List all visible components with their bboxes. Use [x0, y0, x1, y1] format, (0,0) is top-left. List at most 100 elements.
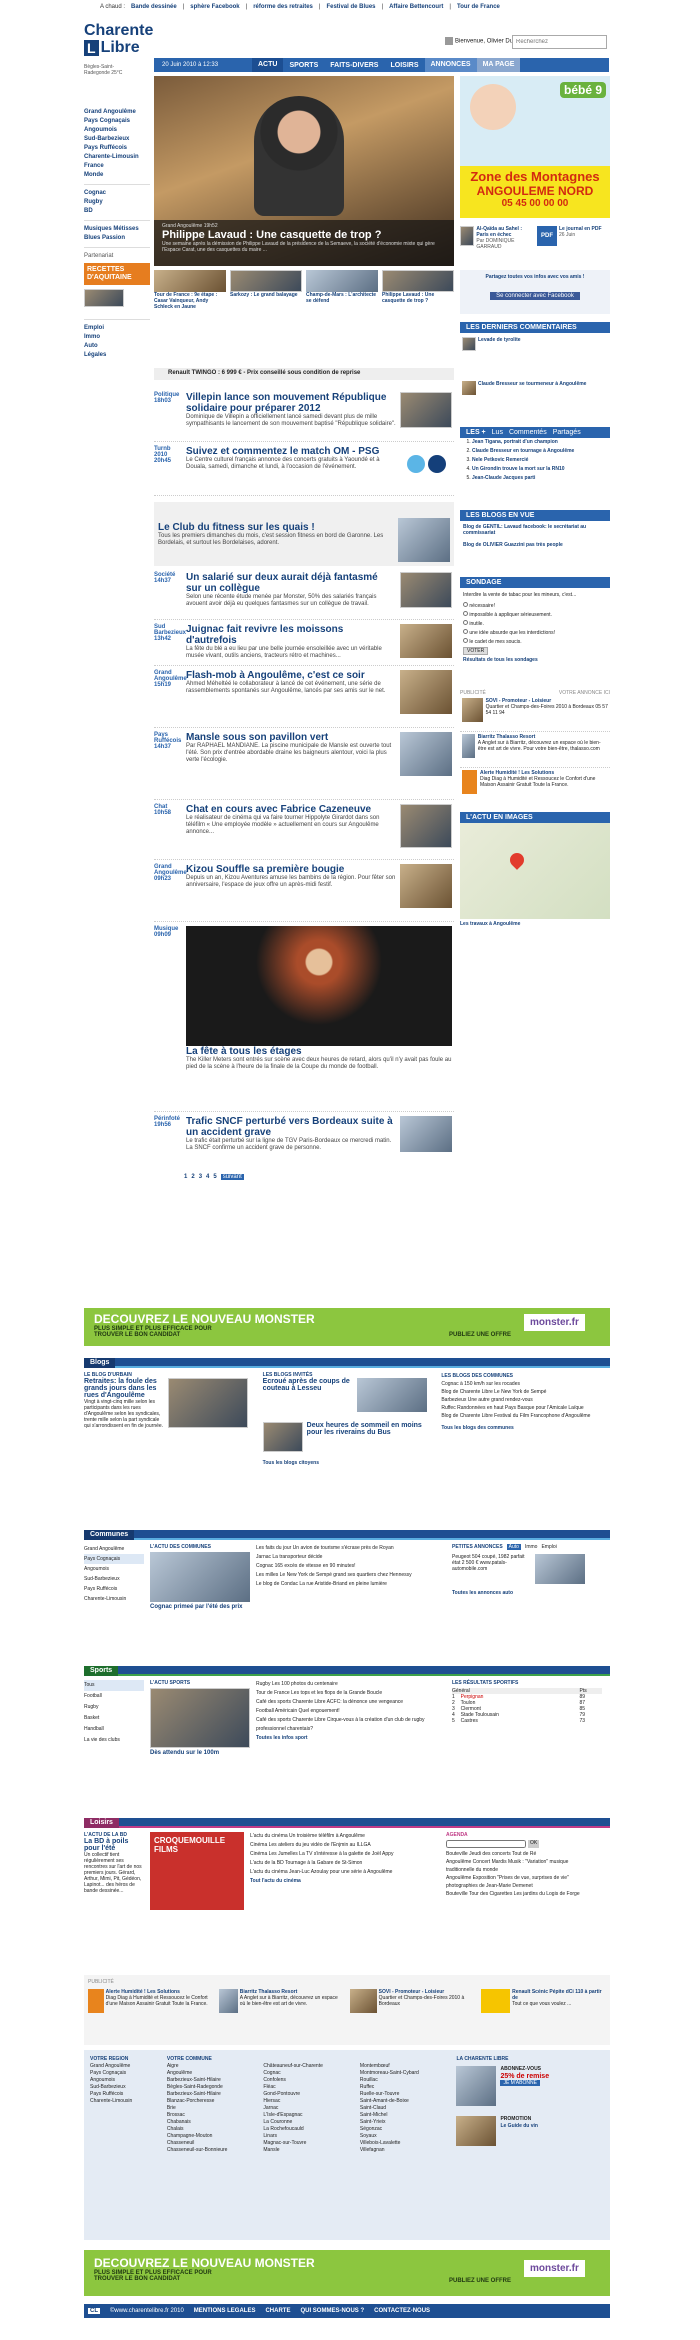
sports-link[interactable]: Toutes les infos sport: [256, 1735, 308, 1741]
article[interactable]: Chat 10h58 Chat en cours avec Fabrice Ca…: [154, 800, 454, 860]
nav-annonces[interactable]: ANNONCES: [424, 58, 477, 72]
comment-link[interactable]: Claude Bresseur se tourmeneur à Angoulêm…: [478, 381, 586, 395]
subscribe-button[interactable]: JE M'ABONNE: [500, 2080, 540, 2086]
nav-loisirs[interactable]: LOISIRS: [384, 62, 424, 69]
nav-sports[interactable]: SPORTS: [283, 62, 324, 69]
footer-link[interactable]: CHARTE: [265, 2308, 290, 2314]
sidebar-item[interactable]: Blues Passion: [84, 234, 150, 243]
poll-option[interactable]: [463, 611, 468, 616]
article[interactable]: Sud Barbezieux 13h42 Juignac fait revivr…: [154, 620, 454, 666]
topbar-link[interactable]: Bande dessinée: [131, 4, 177, 10]
auto-ads-link[interactable]: Toutes les annonces auto: [452, 1590, 602, 1596]
comment-link[interactable]: Levade de tyrolite: [478, 337, 521, 351]
sidebar-item[interactable]: France: [84, 162, 150, 171]
sidebar-item[interactable]: Musiques Métisses: [84, 225, 150, 234]
topbar-link[interactable]: Festival de Blues: [326, 4, 375, 10]
page-link[interactable]: 2: [191, 1174, 194, 1180]
poll-option[interactable]: [463, 620, 468, 625]
annonce[interactable]: Renault Scénic Pépite dCi 110 à partir d…: [481, 1989, 606, 2013]
sidebar-item-emploi[interactable]: Emploi: [84, 324, 150, 333]
topbar-link[interactable]: Affaire Bettencourt: [389, 4, 443, 10]
page-next[interactable]: suivant: [220, 1174, 244, 1180]
thumb-item[interactable]: Sarkozy : Le grand balayage: [230, 270, 302, 320]
sidebar-item[interactable]: Pays Ruffécois: [84, 144, 150, 153]
logo[interactable]: Charente L Libre: [84, 22, 164, 62]
zone-ad[interactable]: Zone des Montagnes ANGOULEME NORD 05 45 …: [460, 166, 610, 218]
thumb-item[interactable]: Philippe Lavaud : Une casquette de trop …: [382, 270, 454, 320]
article[interactable]: Pays Ruffécois 14h37 Mansle sous son pav…: [154, 728, 454, 800]
nav-faits-divers[interactable]: FAITS-DIVERS: [324, 62, 384, 69]
nav-actu[interactable]: ACTU: [252, 58, 284, 72]
nav-ma-page[interactable]: MA PAGE: [476, 58, 521, 72]
tab-lus[interactable]: Lus: [492, 429, 503, 436]
page-link[interactable]: 3: [199, 1174, 202, 1180]
article-photo[interactable]: Musique 09h09 La fête à tous les étages T…: [154, 922, 454, 1112]
annonce[interactable]: SOVI - Promoteur - Loisieur Quartier et C…: [460, 696, 610, 732]
sidebar-item[interactable]: Grand Angoulême: [84, 108, 150, 117]
annonce[interactable]: Alerte Humidité ! Les Solutions Diag Diag…: [88, 1989, 213, 2013]
search-input[interactable]: [512, 35, 607, 49]
annonce[interactable]: SOVI - Promoteur - Loisieur Quartier et C…: [350, 1989, 475, 2013]
sidebar-item[interactable]: Charente-Limousin: [84, 153, 150, 162]
sondage-results-link[interactable]: Résultats de tous les sondages: [463, 656, 607, 665]
sidebar-item[interactable]: Rugby: [84, 198, 150, 207]
topbar-link[interactable]: Tour de France: [457, 4, 500, 10]
map[interactable]: [460, 823, 610, 919]
article[interactable]: Grand Angoulême 09h23 Kizou Souffle sa p…: [154, 860, 454, 922]
sidebar-item[interactable]: Sud-Barbezieux: [84, 135, 150, 144]
poll-option[interactable]: [463, 629, 468, 634]
recettes-ad[interactable]: RECETTES D'AQUITAINE: [84, 263, 150, 285]
article[interactable]: Périnfoté 19h56 Trafic SNCF perturbé ver…: [154, 1112, 454, 1168]
footer-link[interactable]: CONTACTEZ-NOUS: [374, 2308, 430, 2314]
page-link[interactable]: 1: [184, 1174, 187, 1180]
page-link[interactable]: 4: [206, 1174, 209, 1180]
article[interactable]: Politique 18h03 Villepin lance son mouve…: [154, 390, 454, 442]
sidebar-item-legales[interactable]: Légales: [84, 351, 150, 360]
sidebar-item[interactable]: Angoumois: [84, 126, 150, 135]
sidebar-item[interactable]: Monde: [84, 171, 150, 180]
sidebar-item-immo[interactable]: Immo: [84, 333, 150, 342]
blogs-citoyens-link[interactable]: Tous les blogs citoyens: [263, 1460, 432, 1466]
plus-item[interactable]: Nele Petkovic Remercié: [472, 457, 528, 463]
thumb-item[interactable]: Champ-de-Mars : L'architecte se défend: [306, 270, 378, 320]
annonce[interactable]: Biarritz Thalasso Resort A Anglet sur à B…: [460, 732, 610, 768]
blogs-communes-link[interactable]: Tous les blogs des communes: [441, 1424, 610, 1432]
sidebar-item[interactable]: BD: [84, 207, 150, 216]
blog-vue-link[interactable]: Blog de OLIVIER Guazzini pas très people: [463, 542, 607, 548]
monster-banner[interactable]: DECOUVREZ LE NOUVEAU MONSTER PLUS SIMPLE…: [84, 2250, 610, 2296]
monster-banner[interactable]: DECOUVREZ LE NOUVEAU MONSTER PLUS SIMPLE…: [84, 1308, 610, 1346]
poll-option[interactable]: [463, 602, 468, 607]
mini-article[interactable]: Al-Qaïda au Sahel : Paris en échec Par DO…: [460, 226, 533, 270]
tab-commentes[interactable]: Commentés: [509, 429, 547, 436]
footer-link[interactable]: MENTIONS LEGALES: [194, 2308, 256, 2314]
topbar-link[interactable]: réforme des retraites: [253, 4, 313, 10]
sidebar-ad-thumb[interactable]: [84, 289, 124, 307]
page-link[interactable]: 5: [213, 1174, 216, 1180]
headline-image[interactable]: Grand Angoulême 19h52 Philippe Lavaud : …: [154, 76, 454, 266]
blog-vue-link[interactable]: Blog de GENTIL: Lavaud facebook: le secr…: [463, 524, 607, 536]
promo-bar[interactable]: Renault TWINGO : 6 999 € - Prix conseill…: [154, 368, 454, 380]
plus-item[interactable]: Jean Tigana, portrait d'un champion: [472, 439, 558, 445]
footer-logo[interactable]: CL: [88, 2308, 100, 2314]
footer-link[interactable]: QUI SOMMES-NOUS ?: [300, 2308, 364, 2314]
agenda-commune-select[interactable]: [446, 1840, 526, 1848]
article-featured[interactable]: Le Club du fitness sur les quais ! Tous l…: [154, 502, 454, 566]
films-image[interactable]: CROQUEMOUILLE FILMS: [150, 1832, 244, 1910]
poll-option[interactable]: [463, 638, 468, 643]
annonce[interactable]: Alerte Humidité ! Les Solutions Diag Diag…: [460, 768, 610, 808]
tab-partages[interactable]: Partagés: [553, 429, 581, 436]
vote-button[interactable]: VOTER: [463, 647, 489, 655]
plus-item[interactable]: Claude Bresseur en tournage à Angoulême: [472, 448, 574, 454]
annonce-label[interactable]: VOTRE ANNONCE ICI: [559, 690, 610, 696]
car-image[interactable]: [535, 1554, 585, 1584]
article[interactable]: Société 14h37 Un salarié sur deux aurait…: [154, 566, 454, 620]
agenda-ok-button[interactable]: OK: [528, 1840, 540, 1848]
images-link[interactable]: Les travaux à Angoulême: [460, 921, 610, 927]
topbar-link[interactable]: sphère Facebook: [190, 4, 239, 10]
facebook-connect-button[interactable]: Se connecter avec Facebook: [490, 292, 580, 300]
annonce[interactable]: Biarritz Thalasso Resort A Anglet sur à B…: [219, 1989, 344, 2013]
plus-item[interactable]: Jean-Claude Jacques parti: [472, 475, 535, 481]
thumb-item[interactable]: Tour de France : 9e étape : Casar Vainqu…: [154, 270, 226, 320]
cine-link[interactable]: Tout l'actu du cinéma: [250, 1878, 301, 1884]
bebe9-ad[interactable]: bébé 9: [460, 76, 610, 166]
